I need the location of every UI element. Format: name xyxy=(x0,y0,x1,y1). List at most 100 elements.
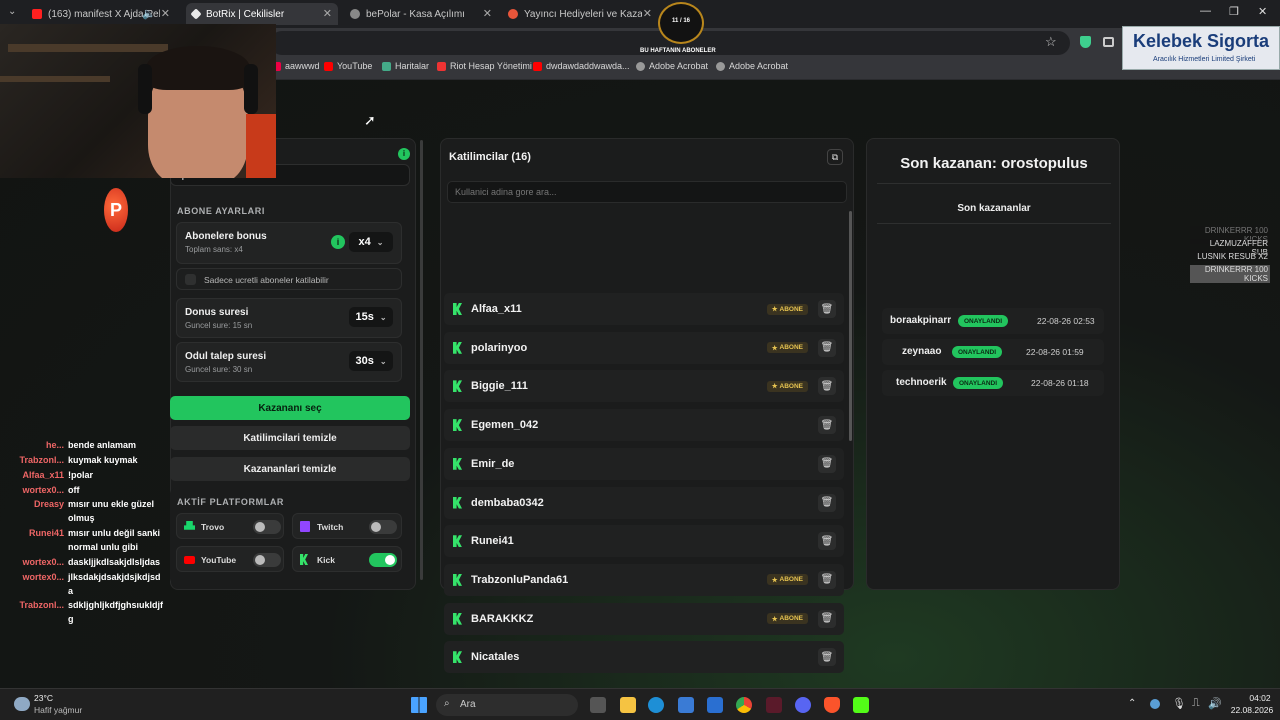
status-badge: ONAYLANDI xyxy=(952,346,1003,358)
bookmark-item[interactable]: dwdawdaddwawda... xyxy=(533,61,630,71)
shield-extension-icon[interactable] xyxy=(1080,36,1091,48)
platform-twitch: Twitch xyxy=(292,513,402,539)
bookmark-item[interactable]: Adobe Acrobat xyxy=(716,61,788,71)
bookmark-item[interactable]: aawwwd xyxy=(272,61,320,71)
paid-only-setting[interactable]: Sadece ucretli aboneler katilabilir xyxy=(176,268,402,290)
edge-icon[interactable] xyxy=(648,697,664,713)
kick-toggle[interactable] xyxy=(369,553,397,567)
pick-winner-button[interactable]: Kazananı seç xyxy=(170,396,410,420)
close-icon[interactable]: ✕ xyxy=(323,7,332,20)
app-icon[interactable] xyxy=(766,697,782,713)
network-icon[interactable]: ⎍ xyxy=(1192,697,1200,710)
star-icon[interactable]: ☆ xyxy=(1045,34,1057,50)
delete-button[interactable]: 🗑 xyxy=(818,532,836,551)
close-icon[interactable]: ✕ xyxy=(161,7,170,20)
onedrive-icon[interactable] xyxy=(1150,699,1160,709)
chat-message: Trabzonl... kuymak kuymak xyxy=(6,455,137,465)
tab-youtube[interactable]: (163) manifest X Ajda Pekkan 🔈 ✕ xyxy=(26,3,176,25)
sponsor-title: Kelebek Sigorta xyxy=(1133,31,1270,51)
participant-row[interactable]: dembaba0342 🗑 xyxy=(444,486,844,519)
abone-badge: ★ ABONE xyxy=(766,380,808,392)
tab-botrix[interactable]: BotRix | Cekilisler ✕ xyxy=(186,3,338,25)
minimize-button[interactable]: — xyxy=(1200,5,1211,17)
globe-icon xyxy=(350,9,360,19)
weather-desc: Hafif yağmur xyxy=(34,705,83,715)
bookmark-item[interactable]: YouTube xyxy=(324,61,372,71)
windows-start-icon[interactable] xyxy=(411,697,427,713)
chat-message: Runei41 mısır unlu değil sanki xyxy=(6,528,160,538)
participant-row[interactable]: Alfaa_x11 ★ ABONE 🗑 xyxy=(444,293,844,325)
microphone-icon[interactable]: 🎙 xyxy=(1172,697,1186,710)
youtube-toggle[interactable] xyxy=(253,553,281,567)
extension-icon[interactable] xyxy=(1103,37,1114,47)
delete-button[interactable]: 🗑 xyxy=(818,454,836,473)
close-icon[interactable]: ✕ xyxy=(643,7,652,20)
donus-dropdown[interactable]: 15s ⌄ xyxy=(349,307,393,327)
participants-scrollbar[interactable] xyxy=(849,211,852,441)
tab-list-chevron-icon[interactable]: ⌄ xyxy=(8,6,16,17)
participant-name: TrabzonluPanda61 xyxy=(471,573,569,586)
bookmark-item[interactable]: Riot Hesap Yönetimi xyxy=(437,61,532,71)
participant-row[interactable]: Biggie_111 ★ ABONE 🗑 xyxy=(444,370,844,403)
participant-search-input[interactable] xyxy=(447,181,847,203)
participants-title: Katilimcilar (16) xyxy=(449,151,531,163)
participant-row[interactable]: BARAKKKZ ★ ABONE 🗑 xyxy=(444,602,844,635)
clock-time[interactable]: 04:02 xyxy=(1240,693,1280,703)
trovo-toggle[interactable] xyxy=(253,520,281,534)
trash-icon: 🗑 xyxy=(820,419,834,431)
participant-row[interactable]: polarinyoo ★ ABONE 🗑 xyxy=(444,331,844,364)
bonus-dropdown[interactable]: x4 ⌄ xyxy=(349,232,393,252)
info-icon[interactable]: i xyxy=(331,235,345,249)
participant-row[interactable]: Egemen_042 🗑 xyxy=(444,409,844,442)
delete-button[interactable]: 🗑 xyxy=(818,338,836,357)
settings-scrollbar[interactable] xyxy=(420,140,423,580)
delete-button[interactable]: 🗑 xyxy=(818,377,836,396)
participant-row[interactable]: TrabzonluPanda61 ★ ABONE 🗑 xyxy=(444,563,844,596)
delete-button[interactable]: 🗑 xyxy=(818,416,836,435)
discord-icon[interactable] xyxy=(795,697,811,713)
store-icon[interactable] xyxy=(678,697,694,713)
odul-dropdown[interactable]: 30s ⌄ xyxy=(349,351,393,371)
twitch-toggle[interactable] xyxy=(369,520,397,534)
task-view-icon[interactable] xyxy=(590,697,606,713)
info-icon[interactable]: i xyxy=(398,148,410,160)
participant-row[interactable]: Runei41 🗑 xyxy=(444,525,844,558)
clear-winners-button[interactable]: Kazananlari temizle xyxy=(170,457,410,481)
delete-button[interactable]: 🗑 xyxy=(818,648,836,667)
chat-message: normal unlu gibi xyxy=(6,542,138,552)
bonus-sub: Toplam sans: x4 xyxy=(185,245,243,254)
delete-button[interactable]: 🗑 xyxy=(818,570,836,589)
maximize-button[interactable]: ❐ xyxy=(1229,5,1239,18)
participant-row[interactable]: Emir_de 🗑 xyxy=(444,447,844,480)
delete-button[interactable]: 🗑 xyxy=(818,300,836,318)
bookmark-item[interactable]: Haritalar xyxy=(382,61,429,71)
speaker-icon[interactable]: 🔈 xyxy=(142,7,156,20)
brave-icon[interactable] xyxy=(824,697,840,713)
trash-icon: 🗑 xyxy=(820,497,834,508)
clear-participants-button[interactable]: Katilimcilari temizle xyxy=(170,426,410,450)
delete-button[interactable]: 🗑 xyxy=(818,493,836,512)
file-explorer-icon[interactable] xyxy=(620,697,636,713)
participant-row[interactable]: Nicatales 🗑 xyxy=(444,641,844,674)
window-close-button[interactable]: ✕ xyxy=(1258,5,1267,18)
chevron-up-icon[interactable]: ⌃ xyxy=(1128,698,1136,709)
participant-name: dembaba0342 xyxy=(471,496,544,509)
feed-item: DRINKERRR 100 KICKS xyxy=(1190,265,1270,283)
volume-icon[interactable]: 🔊 xyxy=(1208,697,1222,710)
chat-username: wortex0... xyxy=(22,485,64,495)
delete-button[interactable]: 🗑 xyxy=(818,609,836,628)
clock-date[interactable]: 22.08.2026 xyxy=(1228,705,1276,715)
mail-icon[interactable] xyxy=(707,697,723,713)
close-icon[interactable]: ✕ xyxy=(483,7,492,20)
bookmark-item[interactable]: Adobe Acrobat xyxy=(636,61,708,71)
tab-bepolar[interactable]: bePolar - Kasa Açılımı ✕ xyxy=(344,3,498,25)
chrome-icon[interactable] xyxy=(736,697,752,713)
paid-only-checkbox[interactable] xyxy=(185,274,196,285)
tab-yayinci[interactable]: Yayıncı Hediyeleri ve Kazananlar ✕ xyxy=(502,3,658,25)
copy-icon[interactable]: ⧉ xyxy=(827,149,843,165)
kick-app-icon[interactable] xyxy=(853,697,869,713)
chat-username: Trabzonl... xyxy=(19,455,64,465)
taskbar-search[interactable]: ⌕ Ara xyxy=(436,694,578,716)
chat-text: !polar xyxy=(68,470,94,480)
riot-icon xyxy=(437,61,446,71)
